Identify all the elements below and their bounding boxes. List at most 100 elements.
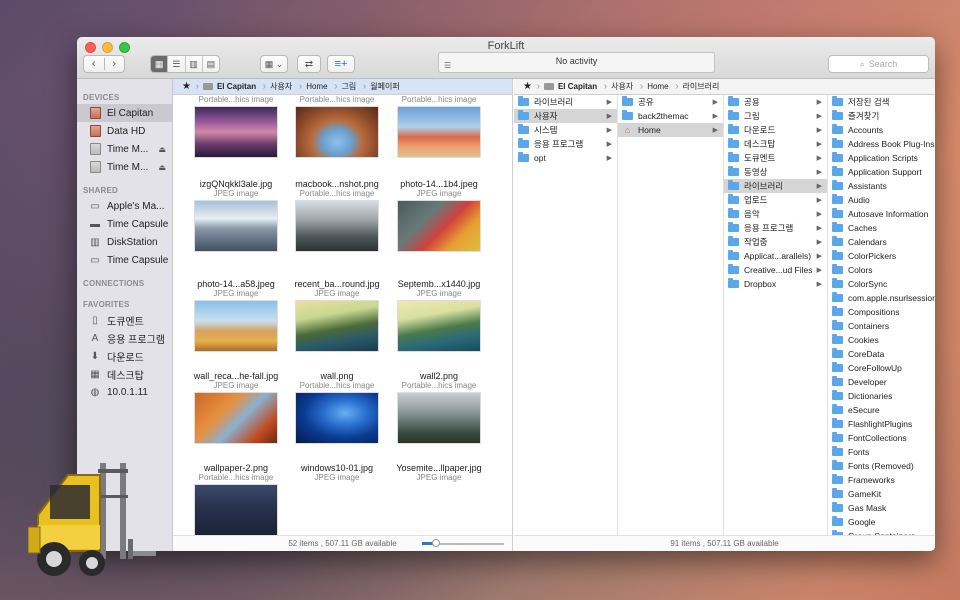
forward-button[interactable]: › xyxy=(105,58,125,70)
sidebar-item-desktop[interactable]: ▦ 데스크탑 xyxy=(77,365,172,383)
folder-row[interactable]: Cookies xyxy=(828,333,935,347)
icon-view-button[interactable]: ▦ xyxy=(151,56,169,72)
path-crumb[interactable]: 월페이퍼 xyxy=(363,81,406,92)
folder-row[interactable]: back2themac ▶ xyxy=(618,109,723,123)
folder-row[interactable]: Audio xyxy=(828,193,935,207)
path-crumb[interactable]: 라이브러리 xyxy=(676,81,727,92)
folder-row[interactable]: 라이브러리 ▶ xyxy=(724,179,827,193)
file-tile[interactable]: wall_reca...he-fall.jpg JPEG image xyxy=(186,371,286,444)
folder-row[interactable]: Assistants xyxy=(828,179,935,193)
sidebar-item-el-capitan[interactable]: El Capitan xyxy=(77,104,172,122)
folder-row[interactable]: FlashlightPlugins xyxy=(828,417,935,431)
folder-row[interactable]: 음악 ▶ xyxy=(724,207,827,221)
sidebar-item-time-capsule-1[interactable]: ▬ Time Capsule xyxy=(77,215,172,233)
file-tile[interactable]: wall.png Portable...hics image xyxy=(287,371,387,444)
folder-row[interactable]: 공유 ▶ xyxy=(618,95,723,109)
folder-row[interactable]: 저장된 검색 xyxy=(828,95,935,109)
folder-row[interactable]: Calendars xyxy=(828,235,935,249)
folder-row[interactable]: 그림 ▶ xyxy=(724,109,827,123)
file-tile[interactable]: Portable...hics image macbook...nshot.pn… xyxy=(287,95,387,252)
sidebar-item-time-machine-2[interactable]: Time M... ⏏ xyxy=(77,158,172,176)
folder-row[interactable]: 도큐멘트 ▶ xyxy=(724,151,827,165)
folder-row[interactable]: 사용자 ▶ xyxy=(514,109,617,123)
slider-knob[interactable] xyxy=(432,539,440,547)
folder-row[interactable]: com.apple.nsurlsessiond xyxy=(828,291,935,305)
file-tile[interactable]: Portable...hics image izgQNqkkl3ale.jpg … xyxy=(186,95,286,252)
folder-row[interactable]: 라이브러리 ▶ xyxy=(514,95,617,109)
icon-size-slider[interactable] xyxy=(422,539,504,547)
folder-row[interactable]: Gas Mask xyxy=(828,501,935,515)
eject-icon[interactable]: ⏏ xyxy=(158,163,166,172)
folder-row[interactable]: Caches xyxy=(828,221,935,235)
folder-row[interactable]: Fonts (Removed) xyxy=(828,459,935,473)
file-tile[interactable]: recent_ba...round.jpg JPEG image xyxy=(287,279,387,352)
file-tile[interactable]: wall2.png Portable...hics image xyxy=(389,371,489,444)
folder-row[interactable]: 응용 프로그램 ▶ xyxy=(514,137,617,151)
sidebar-item-time-capsule-2[interactable]: ▭ Time Capsule xyxy=(77,251,172,269)
path-crumb[interactable]: Home xyxy=(640,81,679,92)
path-crumb[interactable]: 사용자 xyxy=(604,81,643,92)
arrange-button[interactable]: ▦ ⌄ xyxy=(260,55,288,73)
folder-row[interactable]: Dictionaries xyxy=(828,389,935,403)
path-crumb[interactable]: El Capitan xyxy=(537,81,607,92)
favorite-star-icon[interactable]: ★ xyxy=(177,81,199,92)
folder-row[interactable]: FontCollections xyxy=(828,431,935,445)
folder-row[interactable]: 즐겨찾기 xyxy=(828,109,935,123)
folder-row[interactable]: ColorPickers xyxy=(828,249,935,263)
path-crumb[interactable]: 사용자 xyxy=(263,81,302,92)
folder-row[interactable]: Colors xyxy=(828,263,935,277)
path-crumb[interactable]: 그림 xyxy=(335,81,366,92)
file-tile[interactable]: Yosemite...llpaper.jpg JPEG image xyxy=(389,463,489,482)
folder-row[interactable]: Fonts xyxy=(828,445,935,459)
file-tile[interactable]: Portable...hics image photo-14...1b4.jpe… xyxy=(389,95,489,252)
folder-row[interactable]: Address Book Plug-Ins xyxy=(828,137,935,151)
coverflow-view-button[interactable]: ▤ xyxy=(203,56,219,72)
folder-row[interactable]: 업로드 ▶ xyxy=(724,193,827,207)
folder-row[interactable]: Application Support xyxy=(828,165,935,179)
path-crumb[interactable]: El Capitan xyxy=(196,81,266,92)
sidebar-item-documents[interactable]: ▯ 도큐멘트 xyxy=(77,311,172,329)
folder-row[interactable]: Compositions xyxy=(828,305,935,319)
folder-row[interactable]: Google xyxy=(828,515,935,529)
folder-row[interactable]: 시스템 ▶ xyxy=(514,123,617,137)
sidebar-item-apples-mac[interactable]: ▭ Apple's Ma... xyxy=(77,197,172,215)
folder-row[interactable]: Frameworks xyxy=(828,473,935,487)
column-view-button[interactable]: ▥ xyxy=(186,56,203,72)
folder-row[interactable]: Accounts xyxy=(828,123,935,137)
sidebar-item-server-ip[interactable]: ◍ 10.0.1.11 xyxy=(77,383,172,401)
folder-row[interactable]: Applicat...arallels) ▶ xyxy=(724,249,827,263)
sidebar-item-data-hd[interactable]: Data HD xyxy=(77,122,172,140)
sync-button[interactable]: ⇄ xyxy=(297,55,321,73)
folder-row[interactable]: Creative...ud Files ▶ xyxy=(724,263,827,277)
eject-icon[interactable]: ⏏ xyxy=(158,145,166,154)
folder-row[interactable]: 작업중 ▶ xyxy=(724,235,827,249)
sidebar-item-diskstation[interactable]: ▥ DiskStation xyxy=(77,233,172,251)
search-field[interactable]: ⌕ Search xyxy=(828,55,929,73)
sidebar-item-downloads[interactable]: ⬇ 다운로드 xyxy=(77,347,172,365)
folder-row[interactable]: Dropbox ▶ xyxy=(724,277,827,291)
back-button[interactable]: ‹ xyxy=(84,58,105,70)
folder-row[interactable]: GameKit xyxy=(828,487,935,501)
file-tile[interactable]: wallpaper-2.png Portable...hics image xyxy=(186,463,286,536)
file-tile[interactable]: windows10-01.jpg JPEG image xyxy=(287,463,387,482)
folder-row[interactable]: 공용 ▶ xyxy=(724,95,827,109)
folder-row[interactable]: Containers xyxy=(828,319,935,333)
activity-field[interactable]: ☰ No activity xyxy=(438,52,715,73)
file-tile[interactable]: Septemb...x1440.jpg JPEG image xyxy=(389,279,489,352)
folder-row[interactable]: 데스크탑 ▶ xyxy=(724,137,827,151)
folder-row[interactable]: 다운로드 ▶ xyxy=(724,123,827,137)
file-tile[interactable]: photo-14...a58.jpeg JPEG image xyxy=(186,279,286,352)
sidebar-item-time-machine-1[interactable]: Time M... ⏏ xyxy=(77,140,172,158)
path-crumb[interactable]: Home xyxy=(299,81,338,92)
folder-row[interactable]: Application Scripts xyxy=(828,151,935,165)
queue-button[interactable]: ≡+ xyxy=(327,55,355,73)
folder-row[interactable]: CoreFollowUp xyxy=(828,361,935,375)
folder-row[interactable]: ⌂ Home ▶ xyxy=(618,123,723,137)
folder-row[interactable]: Developer xyxy=(828,375,935,389)
sidebar-item-applications[interactable]: A 응용 프로그램 xyxy=(77,329,172,347)
list-view-button[interactable]: ☰ xyxy=(168,56,186,72)
folder-row[interactable]: eSecure xyxy=(828,403,935,417)
folder-row[interactable]: 동영상 ▶ xyxy=(724,165,827,179)
folder-row[interactable]: ColorSync xyxy=(828,277,935,291)
folder-row[interactable]: 응용 프로그램 ▶ xyxy=(724,221,827,235)
